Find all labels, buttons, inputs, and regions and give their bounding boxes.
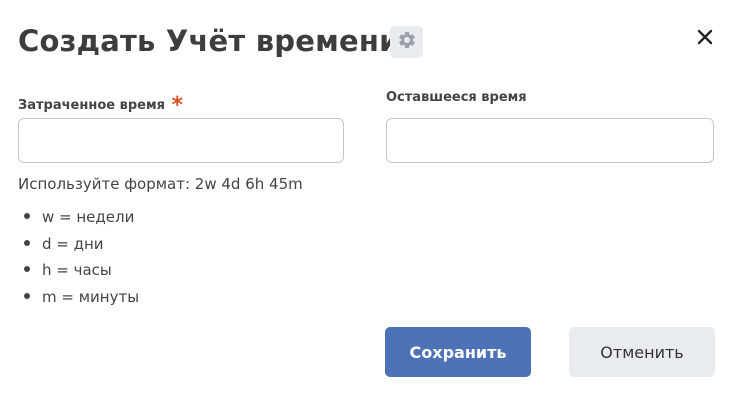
close-button[interactable] [693, 27, 717, 51]
list-item: m = минуты [18, 284, 139, 311]
unit-hours: h = часы [42, 261, 112, 279]
time-spent-input[interactable] [18, 118, 344, 163]
time-remaining-label: Оставшееся время [386, 90, 527, 105]
time-spent-label: Затраченное время * [18, 90, 183, 118]
list-item: h = часы [18, 257, 139, 284]
gear-icon [397, 30, 417, 55]
close-icon [697, 29, 713, 50]
bullet-icon [24, 266, 30, 272]
time-remaining-input[interactable] [386, 118, 714, 163]
create-time-tracking-dialog: Создать Учёт времени Затраченное время *… [0, 0, 735, 417]
bullet-icon [24, 213, 30, 219]
format-hint: Используйте формат: 2w 4d 6h 45m [18, 175, 303, 193]
list-item: w = недели [18, 204, 139, 231]
list-item: d = дни [18, 231, 139, 258]
unit-weeks: w = недели [42, 208, 135, 226]
required-marker: * [171, 93, 183, 118]
cancel-button[interactable]: Отменить [569, 327, 715, 377]
settings-button[interactable] [390, 26, 423, 58]
dialog-title: Создать Учёт времени [18, 24, 400, 58]
unit-days: d = дни [42, 234, 104, 253]
bullet-icon [24, 292, 30, 299]
time-spent-label-text: Затраченное время [18, 98, 165, 113]
unit-minutes: m = минуты [42, 287, 140, 306]
bullet-icon [24, 239, 30, 246]
time-units-list: w = недели d = дни h = часы m = минуты [18, 204, 139, 310]
save-button[interactable]: Сохранить [385, 327, 531, 377]
